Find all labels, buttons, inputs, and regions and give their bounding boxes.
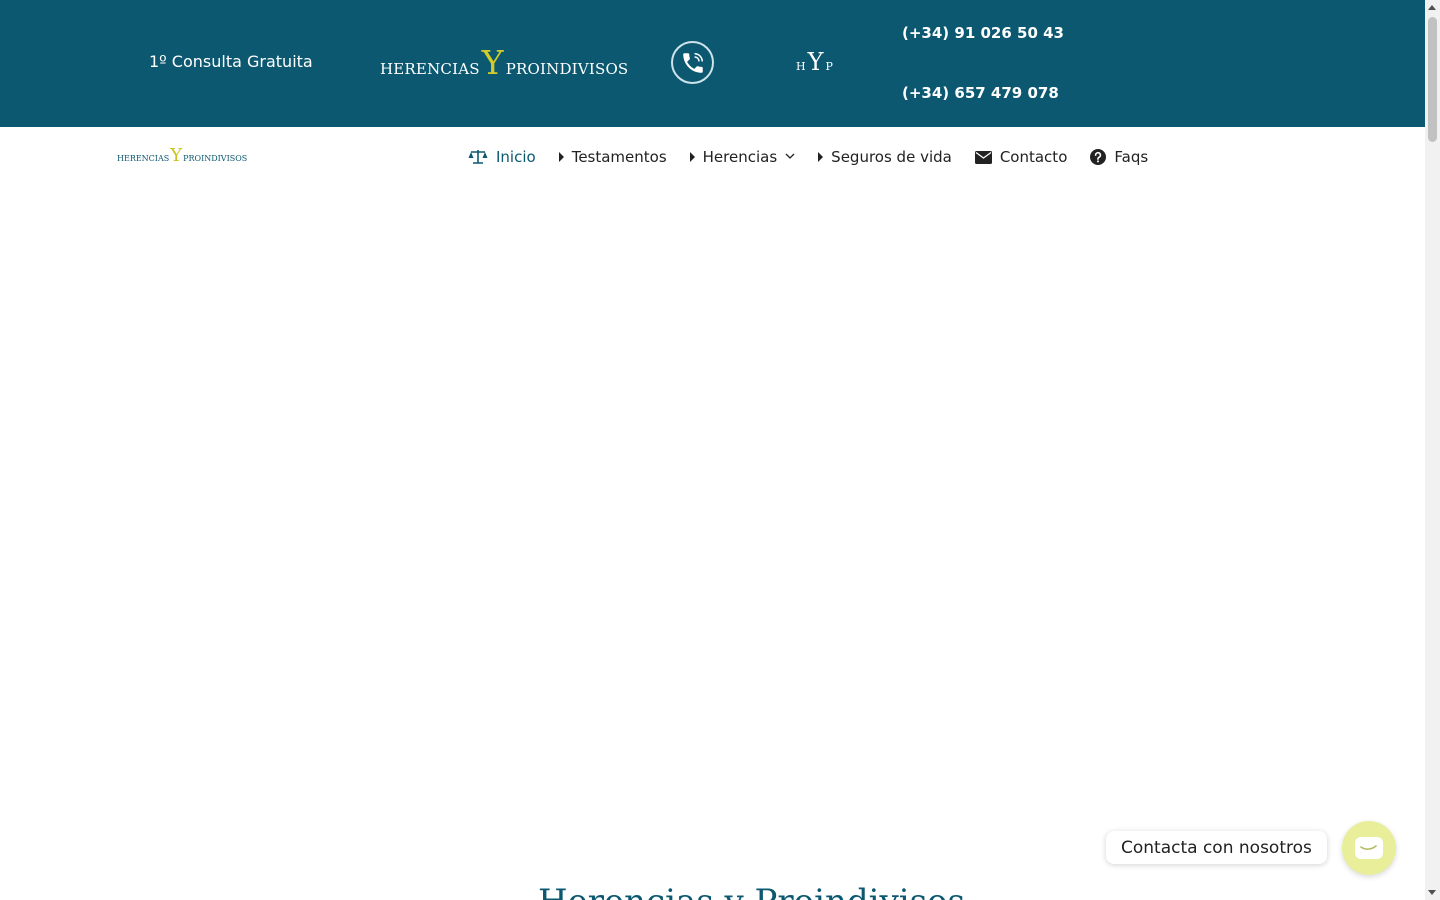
top-bar: 1º Consulta Gratuita HERENCIAS Y PROINDI… bbox=[0, 0, 1425, 127]
monogram-logo: H Y P bbox=[796, 50, 833, 74]
monogram-p: P bbox=[825, 60, 833, 73]
main-navbar: HERENCIAS Y PROINDIVISOS Inicio Testamen… bbox=[0, 127, 1425, 187]
scroll-thumb[interactable] bbox=[1428, 17, 1437, 142]
monogram-h: H bbox=[796, 60, 806, 73]
phone-call-icon-svg bbox=[682, 52, 703, 73]
caret-right-icon bbox=[818, 152, 824, 162]
menu-label-inicio: Inicio bbox=[496, 148, 536, 166]
menu-label-testamentos: Testamentos bbox=[571, 148, 667, 166]
chat-icon bbox=[1355, 837, 1383, 859]
free-consultation-text: 1º Consulta Gratuita bbox=[149, 52, 313, 71]
site-logo[interactable]: HERENCIAS Y PROINDIVISOS bbox=[117, 147, 247, 165]
page-title: Herencias y Proindivisos bbox=[538, 882, 965, 900]
scroll-down-icon[interactable] bbox=[1428, 890, 1436, 895]
menu-label-herencias: Herencias bbox=[702, 148, 778, 166]
monogram-y: Y bbox=[807, 48, 824, 76]
phone-number-2[interactable]: (+34) 657 479 078 bbox=[902, 84, 1059, 102]
menu-item-contacto[interactable]: Contacto bbox=[974, 148, 1068, 166]
scale-icon bbox=[468, 149, 488, 165]
main-menu: Inicio Testamentos Herencias Seguros de … bbox=[468, 127, 1171, 187]
menu-item-seguros[interactable]: Seguros de vida bbox=[818, 148, 952, 166]
menu-item-herencias[interactable]: Herencias bbox=[689, 148, 796, 166]
brand-logo-left: HERENCIAS bbox=[380, 60, 480, 78]
site-logo-left: HERENCIAS bbox=[117, 154, 170, 163]
chevron-down-icon[interactable] bbox=[785, 152, 795, 163]
caret-right-icon bbox=[689, 152, 695, 162]
menu-item-testamentos[interactable]: Testamentos bbox=[558, 148, 667, 166]
page-scrollbar[interactable] bbox=[1425, 0, 1440, 900]
site-logo-right: PROINDIVISOS bbox=[183, 154, 248, 163]
menu-label-contacto: Contacto bbox=[999, 148, 1068, 166]
brand-logo-right: PROINDIVISOS bbox=[505, 60, 629, 78]
brand-logo-y: Y bbox=[481, 43, 504, 82]
menu-item-faqs[interactable]: Faqs bbox=[1090, 148, 1148, 166]
scroll-up-icon[interactable] bbox=[1428, 5, 1436, 10]
chat-label[interactable]: Contacta con nosotros bbox=[1106, 831, 1327, 864]
menu-item-inicio[interactable]: Inicio bbox=[468, 148, 536, 166]
menu-label-faqs: Faqs bbox=[1114, 148, 1149, 166]
question-circle-icon bbox=[1090, 149, 1107, 165]
phone-number-1[interactable]: (+34) 91 026 50 43 bbox=[902, 24, 1064, 42]
chat-button[interactable] bbox=[1342, 821, 1396, 875]
caret-right-icon bbox=[558, 152, 564, 162]
menu-label-seguros: Seguros de vida bbox=[831, 148, 952, 166]
brand-logo[interactable]: HERENCIAS Y PROINDIVISOS bbox=[380, 46, 628, 79]
site-logo-y: Y bbox=[170, 145, 183, 166]
phone-call-icon[interactable] bbox=[671, 41, 714, 84]
envelope-icon bbox=[974, 150, 992, 164]
